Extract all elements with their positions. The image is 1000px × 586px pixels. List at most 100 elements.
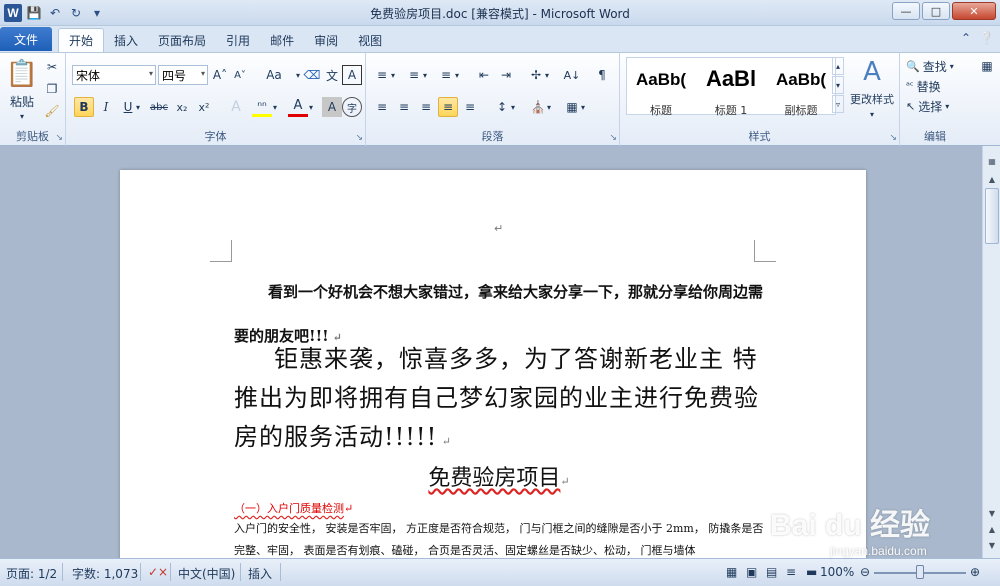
grow-font-icon[interactable]: A˄ <box>210 65 230 85</box>
format-painter-icon[interactable]: 🖌 <box>44 103 60 119</box>
tab-file[interactable]: 文件 <box>0 27 52 51</box>
page-count[interactable]: 页面: 1/2 <box>6 565 57 582</box>
insert-mode-indicator[interactable]: 插入 <box>248 565 272 582</box>
vertical-scrollbar[interactable]: ▦ ▲ ▼ ▲ ▼ <box>982 146 1000 558</box>
close-button[interactable]: ✕ <box>952 2 996 20</box>
full-screen-view-icon[interactable]: ▣ <box>746 565 757 579</box>
shading-dropdown-icon[interactable]: ▾ <box>544 97 554 117</box>
superscript-button[interactable]: x² <box>194 97 214 117</box>
title-bar: W 💾 ↶ ↻ ▾ 免费验房项目.doc [兼容模式] - Microsoft … <box>0 0 1000 26</box>
word-count[interactable]: 字数: 1,073 <box>72 565 138 582</box>
maximize-button[interactable]: □ <box>922 2 950 20</box>
styles-scroll-down-icon[interactable]: ▾ <box>832 76 844 94</box>
intro-text: 看到一个好机会不想大家错过，拿来给大家分享一下，那就分享给你周边需要的朋友吧!!… <box>234 283 764 345</box>
shrink-font-icon[interactable]: A˅ <box>230 65 250 85</box>
text-effects-icon[interactable]: A <box>226 97 246 117</box>
subscript-button[interactable]: x₂ <box>172 97 192 117</box>
chinese-layout-dropdown-icon[interactable]: ▾ <box>542 65 552 85</box>
style-heading1[interactable]: AaBl 标题 1 <box>697 64 765 117</box>
promo-paragraph[interactable]: 钜惠来袭，惊喜多多，为了答谢新老业主 特推出为即将拥有自己梦幻家园的业主进行免费… <box>234 340 764 461</box>
highlight-icon[interactable]: ⁿⁿ <box>252 97 272 117</box>
italic-button[interactable]: I <box>96 97 116 117</box>
replace-button[interactable]: ᵃᶜ 替换 <box>906 77 970 95</box>
tab-review[interactable]: 审阅 <box>304 28 348 52</box>
change-styles-dropdown-icon[interactable]: ▾ <box>866 109 878 119</box>
show-marks-icon[interactable]: ¶ <box>592 65 612 85</box>
tab-references[interactable]: 引用 <box>216 28 260 52</box>
highlight-dropdown-icon[interactable]: ▾ <box>270 97 280 117</box>
paste-dropdown-icon[interactable]: ▾ <box>16 111 28 121</box>
scrollbar-thumb[interactable] <box>985 188 999 244</box>
ruler-view-icon[interactable]: ▦ <box>985 154 999 168</box>
find-button[interactable]: 🔍 查找 ▾ <box>906 57 970 75</box>
tab-view[interactable]: 视图 <box>348 28 392 52</box>
tab-mailings[interactable]: 邮件 <box>260 28 304 52</box>
change-styles-label[interactable]: 更改样式 <box>846 91 898 107</box>
font-name-select[interactable]: 宋体 ▾ <box>72 65 156 85</box>
styles-scroll-up-icon[interactable]: ▴ <box>832 57 844 75</box>
cut-icon[interactable]: ✂ <box>44 59 60 75</box>
tab-insert[interactable]: 插入 <box>104 28 148 52</box>
font-name-value: 宋体 <box>76 68 101 83</box>
clear-format-icon[interactable]: ⌫ <box>302 65 322 85</box>
proofing-icon[interactable]: ✓× <box>148 565 168 579</box>
phonetic-guide-icon[interactable]: 文 <box>322 65 342 85</box>
copy-icon[interactable]: ❐ <box>44 81 60 97</box>
underline-dropdown-icon[interactable]: ▾ <box>132 97 144 117</box>
line-spacing-dropdown-icon[interactable]: ▾ <box>508 97 518 117</box>
multilevel-dropdown-icon[interactable]: ▾ <box>452 65 462 85</box>
font-size-select[interactable]: 四号 ▾ <box>158 65 208 85</box>
find-dropdown-icon: ▾ <box>949 61 954 71</box>
style-subtitle[interactable]: AaBb( 副标题 <box>767 64 835 117</box>
align-center-icon[interactable]: ≡ <box>394 97 414 117</box>
distributed-icon[interactable]: ≡ <box>460 97 480 117</box>
font-color-icon[interactable]: A <box>288 97 308 117</box>
justify-icon[interactable]: ≡ <box>438 97 458 117</box>
styles-more-icon[interactable]: ▿ <box>832 95 844 113</box>
character-shading-icon[interactable]: A <box>322 97 342 117</box>
ruler-toggle-icon[interactable]: ▦ <box>978 57 996 75</box>
print-layout-view-icon[interactable]: ▦ <box>726 565 737 579</box>
section-heading[interactable]: （一）入户门质量检测↵ <box>234 500 764 516</box>
tab-home[interactable]: 开始 <box>58 28 105 52</box>
character-border-icon[interactable]: A <box>342 65 362 85</box>
body-paragraph[interactable]: 入户门的安全性， 安装是否牢固， 方正度是否符合规范， 门与门框之间的缝隙是否小… <box>234 518 764 558</box>
paste-label[interactable]: 粘贴 <box>4 93 40 109</box>
scroll-down-icon[interactable]: ▼ <box>985 506 999 520</box>
select-button[interactable]: ↖ 选择 ▾ <box>906 97 970 115</box>
strikethrough-button[interactable]: abc <box>148 97 170 117</box>
collapse-ribbon-icon[interactable]: ⌃ <box>961 31 971 45</box>
promo-text: 钜惠来袭，惊喜多多，为了答谢新老业主 特推出为即将拥有自己梦幻家园的业主进行免费… <box>234 345 759 451</box>
paste-icon[interactable]: 📋 <box>6 57 38 91</box>
align-right-icon[interactable]: ≡ <box>416 97 436 117</box>
scroll-up-icon[interactable]: ▲ <box>985 172 999 186</box>
next-page-icon[interactable]: ▼ <box>985 538 999 552</box>
change-case-button[interactable]: Aa <box>262 65 286 85</box>
borders-dropdown-icon[interactable]: ▾ <box>578 97 588 117</box>
change-case-label: Aa <box>266 68 282 82</box>
document-heading[interactable]: 免费验房项目↵ <box>234 460 764 492</box>
sort-icon[interactable]: A↓ <box>562 65 582 85</box>
decrease-indent-icon[interactable]: ⇤ <box>474 65 494 85</box>
tab-page-layout[interactable]: 页面布局 <box>148 28 216 52</box>
enclose-characters-icon[interactable]: 字 <box>342 97 362 117</box>
font-launcher-icon[interactable]: ↘ <box>355 133 363 143</box>
help-icon[interactable]: ❔ <box>979 31 994 45</box>
clipboard-launcher-icon[interactable]: ↘ <box>55 133 63 143</box>
paragraph-launcher-icon[interactable]: ↘ <box>609 133 617 143</box>
style-title[interactable]: AaBb( 标题 <box>627 64 695 117</box>
minimize-button[interactable]: — <box>892 2 920 20</box>
increase-indent-icon[interactable]: ⇥ <box>496 65 516 85</box>
find-icon: 🔍 <box>906 59 920 73</box>
align-left-icon[interactable]: ≡ <box>372 97 392 117</box>
bullets-dropdown-icon[interactable]: ▾ <box>388 65 398 85</box>
document-page[interactable]: ↵ 看到一个好机会不想大家错过，拿来给大家分享一下，那就分享给你周边需要的朋友吧… <box>120 170 866 558</box>
bold-button[interactable]: B <box>74 97 94 117</box>
prev-page-icon[interactable]: ▲ <box>985 522 999 536</box>
style-subtitle-sample: AaBb( <box>775 70 827 89</box>
change-styles-icon[interactable]: A <box>856 57 888 87</box>
styles-launcher-icon[interactable]: ↘ <box>889 133 897 143</box>
font-color-dropdown-icon[interactable]: ▾ <box>306 97 316 117</box>
numbering-dropdown-icon[interactable]: ▾ <box>420 65 430 85</box>
language-indicator[interactable]: 中文(中国) <box>178 565 235 582</box>
